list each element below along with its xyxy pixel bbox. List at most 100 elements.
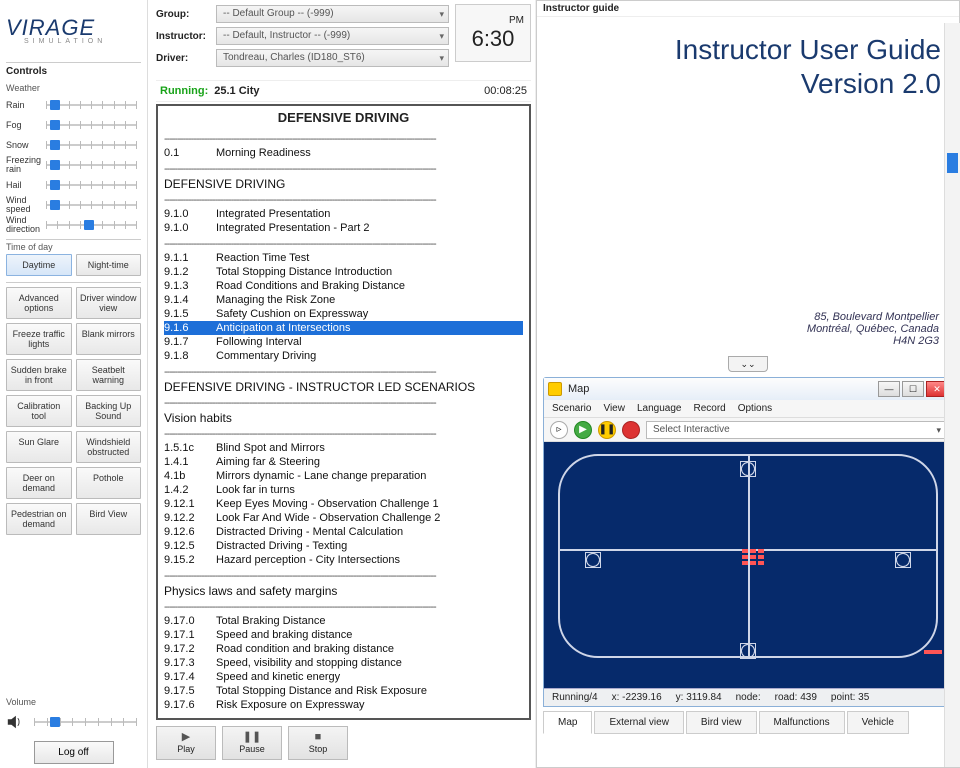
toolbar-record-icon[interactable]	[622, 421, 640, 439]
toolbar-pause-icon[interactable]: ❚❚	[598, 421, 616, 439]
right-scrollbar[interactable]	[944, 23, 960, 767]
map-menu-scenario[interactable]: Scenario	[552, 403, 591, 414]
map-menu-language[interactable]: Language	[637, 403, 682, 414]
scenario-row[interactable]: 9.1.7Following Interval	[164, 335, 523, 349]
scenario-row[interactable]: 9.17.6Risk Exposure on Expressway	[164, 698, 523, 712]
weather-slider-wind direction[interactable]	[42, 217, 141, 233]
logoff-button[interactable]: Log off	[34, 741, 114, 764]
driver-label: Driver:	[156, 53, 210, 64]
scenario-row[interactable]: 9.1.2Total Stopping Distance Introductio…	[164, 265, 523, 279]
scenario-row[interactable]: 4.1bMirrors dynamic - Lane change prepar…	[164, 469, 523, 483]
map-menu-view[interactable]: View	[603, 403, 625, 414]
weather-slider-hail[interactable]	[42, 177, 141, 193]
scenario-title: DEFENSIVE DRIVING	[158, 106, 529, 127]
option-seatbelt-warning[interactable]: Seatbelt warning	[76, 359, 142, 391]
scenario-row[interactable]: 9.12.2Look Far And Wide - Observation Ch…	[164, 511, 523, 525]
weather-slider-label: Wind speed	[6, 196, 42, 214]
scenario-row[interactable]: 9.17.5Total Stopping Distance and Risk E…	[164, 684, 523, 698]
tab-map[interactable]: Map	[543, 711, 592, 734]
scenario-row[interactable]: 1.5.1cBlind Spot and Mirrors	[164, 441, 523, 455]
stop-button[interactable]: ■Stop	[288, 726, 348, 760]
map-menu-options[interactable]: Options	[738, 403, 772, 414]
pause-button[interactable]: ❚❚Pause	[222, 726, 282, 760]
scenario-row[interactable]: 9.17.2Road condition and braking distanc…	[164, 642, 523, 656]
weather-slider-label: Fog	[6, 121, 42, 130]
toolbar-select-interactive[interactable]: Select Interactive	[646, 421, 946, 439]
scenario-row[interactable]: 1.4.2Look far in turns	[164, 483, 523, 497]
tab-bird view[interactable]: Bird view	[686, 711, 757, 734]
option-sudden-brake-in-front[interactable]: Sudden brake in front	[6, 359, 72, 391]
guide-collapse-button[interactable]: ⌄⌄	[728, 356, 768, 372]
scenario-row[interactable]: 9.1.4Managing the Risk Zone	[164, 293, 523, 307]
tab-malfunctions[interactable]: Malfunctions	[759, 711, 845, 734]
weather-slider-label: Rain	[6, 101, 42, 110]
group-select[interactable]: -- Default Group -- (-999)	[216, 5, 449, 23]
weather-slider-freezing rain[interactable]	[42, 157, 141, 173]
instructor-select[interactable]: -- Default, Instructor -- (-999)	[216, 27, 449, 45]
running-scenario: 25.1 City	[214, 85, 259, 97]
scenario-row[interactable]: 9.17.4Speed and kinetic energy	[164, 670, 523, 684]
driver-select[interactable]: Tondreau, Charles (ID180_ST6)	[216, 49, 449, 67]
option-advanced-options[interactable]: Advanced options	[6, 287, 72, 319]
scenario-row[interactable]: 9.12.5Distracted Driving - Texting	[164, 539, 523, 553]
guide-title-line2: Version 2.0	[555, 67, 941, 101]
map-statusbar: Running/4 x: -2239.16 y: 3119.84 node: r…	[544, 688, 952, 706]
scenario-row[interactable]: 1.4.1Aiming far & Steering	[164, 455, 523, 469]
map-canvas[interactable]	[544, 442, 952, 688]
weather-label: Weather	[6, 83, 141, 93]
map-window-icon	[548, 382, 562, 396]
clock: PM 6:30	[455, 4, 531, 62]
option-bird-view[interactable]: Bird View	[76, 503, 142, 535]
clock-ampm: PM	[509, 15, 524, 26]
time-of-day-night-time[interactable]: Night-time	[76, 254, 142, 276]
option-freeze-traffic-lights[interactable]: Freeze traffic lights	[6, 323, 72, 355]
option-pedestrian-on-demand[interactable]: Pedestrian on demand	[6, 503, 72, 535]
guide-addr-2: Montréal, Québec, Canada	[807, 323, 939, 335]
option-blank-mirrors[interactable]: Blank mirrors	[76, 323, 142, 355]
scenario-row[interactable]: 9.12.1Keep Eyes Moving - Observation Cha…	[164, 497, 523, 511]
weather-slider-rain[interactable]	[42, 97, 141, 113]
toolbar-step-icon[interactable]: ▹	[550, 421, 568, 439]
volume-slider[interactable]	[30, 714, 141, 730]
option-sun-glare[interactable]: Sun Glare	[6, 431, 72, 463]
tab-vehicle[interactable]: Vehicle	[847, 711, 909, 734]
running-status: Running:	[160, 85, 208, 97]
option-pothole[interactable]: Pothole	[76, 467, 142, 499]
option-windshield-obstructed[interactable]: Windshield obstructed	[76, 431, 142, 463]
toolbar-play-icon[interactable]: ▶	[574, 421, 592, 439]
weather-slider-label: Snow	[6, 141, 42, 150]
minimize-button[interactable]: —	[878, 381, 900, 397]
volume-label: Volume	[6, 697, 141, 707]
map-menu-record[interactable]: Record	[693, 403, 725, 414]
scenario-row[interactable]: 9.17.1Speed and braking distance	[164, 628, 523, 642]
scenario-row[interactable]: 9.1.0Integrated Presentation	[164, 207, 523, 221]
weather-slider-label: Hail	[6, 181, 42, 190]
weather-slider-fog[interactable]	[42, 117, 141, 133]
scenario-row[interactable]: 9.1.5Safety Cushion on Expressway	[164, 307, 523, 321]
option-deer-on-demand[interactable]: Deer on demand	[6, 467, 72, 499]
scenario-row[interactable]: 0.1Morning Readiness	[164, 146, 523, 160]
scenario-row[interactable]: 9.1.8Commentary Driving	[164, 349, 523, 363]
scenario-row[interactable]: 9.1.6Anticipation at Intersections	[164, 321, 523, 335]
option-calibration-tool[interactable]: Calibration tool	[6, 395, 72, 427]
scenario-row[interactable]: 9.15.2Hazard perception - City Intersect…	[164, 553, 523, 567]
weather-slider-snow[interactable]	[42, 137, 141, 153]
scenario-row[interactable]: 9.1.0Integrated Presentation - Part 2	[164, 221, 523, 235]
play-button[interactable]: ▶Play	[156, 726, 216, 760]
maximize-button[interactable]: ☐	[902, 381, 924, 397]
scenario-row[interactable]: 9.1.3Road Conditions and Braking Distanc…	[164, 279, 523, 293]
section-header: DEFENSIVE DRIVING - INSTRUCTOR LED SCENA…	[164, 380, 523, 394]
status-y: y: 3119.84	[676, 692, 722, 703]
time-of-day-daytime[interactable]: Daytime	[6, 254, 72, 276]
brand-logo: VIRAGE SIMULATION	[6, 4, 141, 56]
tab-external view[interactable]: External view	[594, 711, 683, 734]
scenario-row[interactable]: 9.17.3Speed, visibility and stopping dis…	[164, 656, 523, 670]
scenario-row[interactable]: 9.17.0Total Braking Distance	[164, 614, 523, 628]
scenario-row[interactable]: 9.1.1Reaction Time Test	[164, 251, 523, 265]
scenario-list[interactable]: ----------------------------------------…	[158, 130, 529, 718]
option-driver-window-view[interactable]: Driver window view	[76, 287, 142, 319]
scenario-row[interactable]: 9.12.6Distracted Driving - Mental Calcul…	[164, 525, 523, 539]
instructor-label: Instructor:	[156, 31, 210, 42]
weather-slider-wind speed[interactable]	[42, 197, 141, 213]
option-backing-up-sound[interactable]: Backing Up Sound	[76, 395, 142, 427]
